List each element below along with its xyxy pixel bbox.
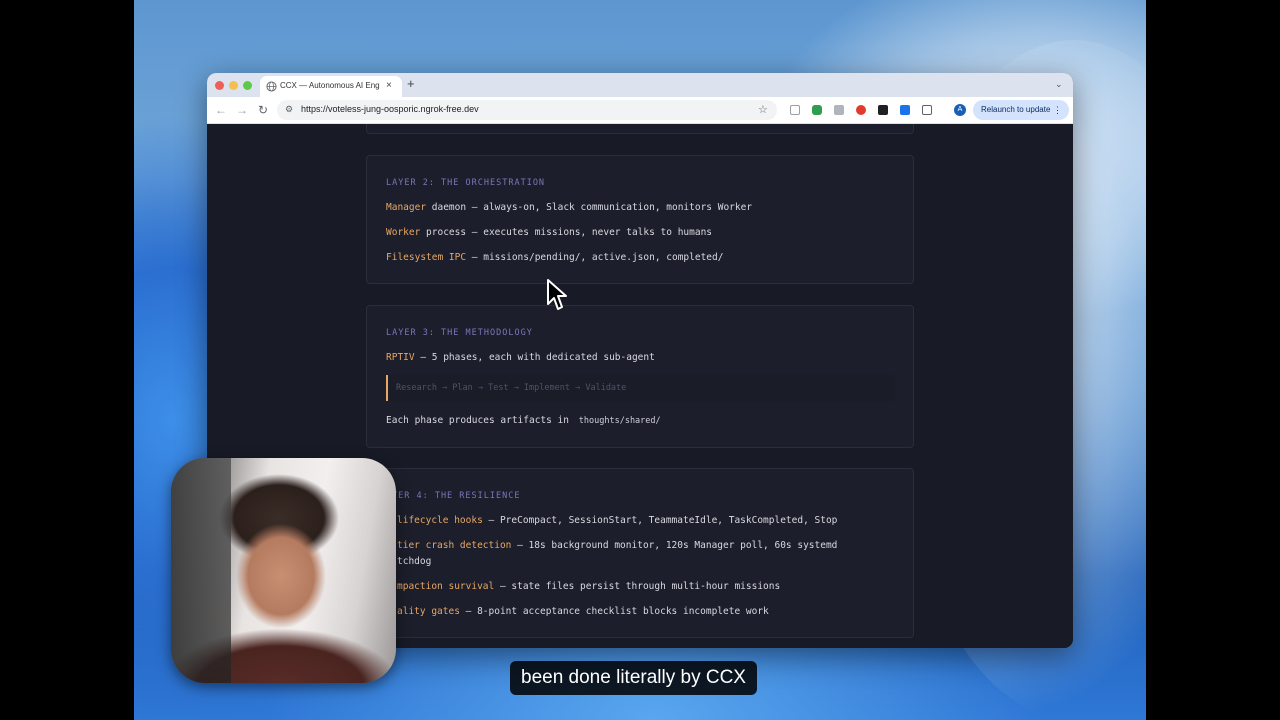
item-key: ality gates	[397, 606, 460, 617]
layer-4-item: lifecycle hooks — PreCompact, SessionSta…	[397, 515, 897, 526]
item-text: — missions/pending/, active.json, comple…	[466, 252, 724, 263]
green-extension-icon[interactable]	[812, 105, 822, 115]
phase-flow-block: Research → Plan → Test → Implement → Val…	[386, 375, 894, 401]
mail-extension-icon[interactable]	[790, 105, 800, 115]
tab-title: CCX — Autonomous AI Engin	[280, 81, 380, 90]
tab-ccx[interactable]: CCX — Autonomous AI Engin ×	[260, 76, 402, 97]
relaunch-label: Relaunch to update	[981, 105, 1051, 114]
layer-4-item: mpaction survival — state files persist …	[397, 581, 897, 592]
webcam-background	[171, 458, 231, 683]
item-text: — 8-point acceptance checklist blocks in…	[459, 606, 769, 617]
bookmark-star-icon[interactable]: ☆	[758, 103, 768, 117]
tab-search-icon[interactable]: ⌄	[1055, 79, 1063, 90]
item-key: Filesystem IPC	[386, 252, 467, 263]
phase-flow-text: Research → Plan → Test → Implement → Val…	[396, 383, 627, 393]
item-key: tier crash detection	[397, 540, 512, 551]
layer-4-item: tier crash detection — 18s background mo…	[397, 540, 897, 551]
layer-2-title: LAYER 2: THE ORCHESTRATION	[386, 178, 546, 188]
layer-2-item: Filesystem IPC — missions/pending/, acti…	[386, 252, 886, 263]
url-text[interactable]: https://voteless-jung-oosporic.ngrok-fre…	[301, 104, 479, 114]
tab-strip: CCX — Autonomous AI Engin × + ⌄	[207, 73, 1073, 97]
profile-avatar[interactable]: A	[954, 104, 966, 116]
previous-card	[366, 124, 914, 134]
item-text: daemon — always-on, Slack communication,…	[426, 202, 753, 213]
new-tab-button[interactable]: +	[407, 77, 415, 91]
item-text: — state files persist through multi-hour…	[494, 581, 781, 592]
forward-icon[interactable]: →	[236, 103, 248, 117]
rptiv-line: RPTIV — 5 phases, each with dedicated su…	[386, 352, 886, 363]
letterbox-left	[0, 0, 134, 720]
layer-4-item: ality gates — 8-point acceptance checkli…	[397, 606, 897, 617]
maximize-window-button[interactable]	[243, 81, 252, 90]
close-window-button[interactable]	[215, 81, 224, 90]
layer-2-item: Worker process — executes missions, neve…	[386, 227, 886, 238]
item-text: process — executes missions, never talks…	[420, 227, 713, 238]
minimize-window-button[interactable]	[229, 81, 238, 90]
blue-extension-icon[interactable]	[900, 105, 910, 115]
item-key: lifecycle hooks	[397, 515, 483, 526]
letterbox-right	[1146, 0, 1280, 720]
red-extension-icon[interactable]	[856, 105, 866, 115]
item-key: Worker	[386, 227, 421, 238]
site-info-icon[interactable]: ⚙	[285, 104, 293, 115]
back-icon[interactable]: ←	[215, 103, 227, 117]
artifacts-line: Each phase produces artifacts in thought…	[386, 415, 886, 426]
layer-3-card: LAYER 3: THE METHODOLOGY RPTIV — 5 phase…	[366, 305, 914, 448]
layer-4-item-wrap: tchdog	[397, 556, 432, 567]
globe-icon	[266, 81, 277, 92]
artifacts-text: Each phase produces artifacts in	[386, 415, 570, 426]
reload-icon[interactable]: ↻	[258, 103, 268, 117]
webcam-overlay	[171, 458, 396, 683]
layer-4-card: YER 4: THE RESILIENCE lifecycle hooks — …	[366, 468, 914, 638]
dark-extension-icon[interactable]	[878, 105, 888, 115]
address-bar[interactable]: ⚙ https://voteless-jung-oosporic.ngrok-f…	[277, 100, 777, 120]
layer-3-title: LAYER 3: THE METHODOLOGY	[386, 328, 533, 338]
layer-4-title: YER 4: THE RESILIENCE	[392, 491, 521, 501]
item-text: — 18s background monitor, 120s Manager p…	[511, 540, 838, 551]
camera-extension-icon[interactable]	[834, 105, 844, 115]
more-menu-icon[interactable]: ⋮	[1053, 100, 1062, 120]
item-text: — PreCompact, SessionStart, TeammateIdle…	[482, 515, 838, 526]
mouse-pointer-icon	[547, 279, 567, 310]
extensions-puzzle-icon[interactable]	[922, 105, 932, 115]
rptiv-text: — 5 phases, each with dedicated sub-agen…	[414, 352, 655, 363]
close-tab-icon[interactable]: ×	[386, 80, 392, 92]
item-key: Manager	[386, 202, 427, 213]
item-key: mpaction survival	[397, 581, 495, 592]
browser-toolbar: ← → ↻ ⚙ https://voteless-jung-oosporic.n…	[207, 97, 1073, 124]
layer-2-item: Manager daemon — always-on, Slack commun…	[386, 202, 886, 213]
relaunch-to-update-button[interactable]: Relaunch to update ⋮	[973, 100, 1069, 120]
artifacts-path: thoughts/shared/	[578, 416, 661, 426]
rptiv-key: RPTIV	[386, 352, 415, 363]
subtitle-caption: been done literally by CCX	[510, 661, 757, 695]
layer-2-card: LAYER 2: THE ORCHESTRATION Manager daemo…	[366, 155, 914, 284]
